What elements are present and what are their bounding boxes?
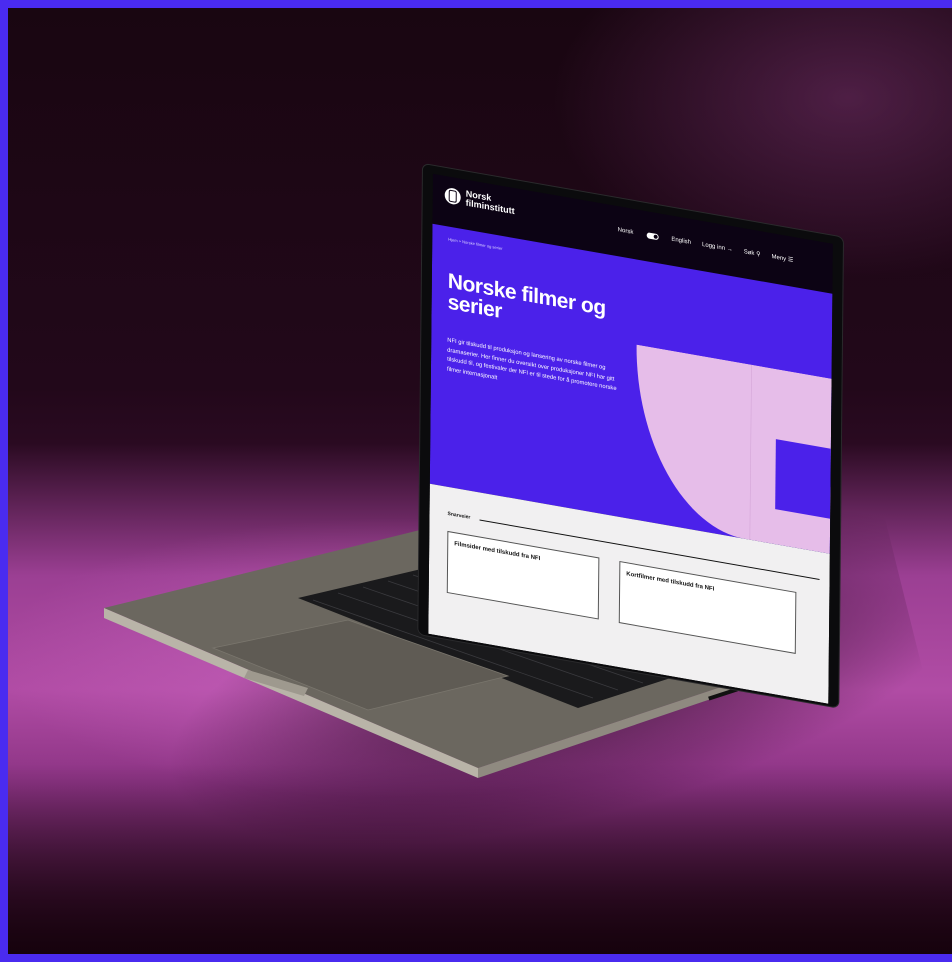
shortcut-card-filmsider[interactable]: Filmsider med tilskudd fra NFI [446, 530, 600, 620]
photo-scene: Norsk filminstitutt Hjem > Norske filmer… [8, 8, 952, 954]
card-title: Kortfilmer med tilskudd fra NFI [626, 571, 715, 593]
site-logo[interactable]: Norsk filminstitutt [444, 186, 515, 216]
hamburger-icon: ☰ [787, 256, 794, 264]
website: Norsk filminstitutt Hjem > Norske filmer… [428, 173, 833, 704]
shortcuts-label: Snarveier [447, 510, 471, 521]
shortcut-card-kortfilmer[interactable]: Kortfilmer med tilskudd fra NFI [618, 561, 797, 654]
nfi-logo-icon [444, 186, 461, 206]
language-toggle[interactable] [646, 231, 659, 240]
laptop-screen: Norsk filminstitutt Hjem > Norske filmer… [418, 164, 843, 708]
page-intro: NFI gir tilskudd til produksjon og lanse… [446, 337, 617, 393]
search-icon: ⚲ [756, 251, 761, 259]
arrow-right-icon: → [726, 245, 733, 253]
page-title: Norske filmer og serier [447, 269, 606, 324]
hero-graphic [636, 344, 832, 554]
card-title: Filmsider med tilskudd fra NFI [454, 541, 541, 563]
breadcrumb[interactable]: Hjem > Norske filmer og serier [448, 237, 502, 251]
